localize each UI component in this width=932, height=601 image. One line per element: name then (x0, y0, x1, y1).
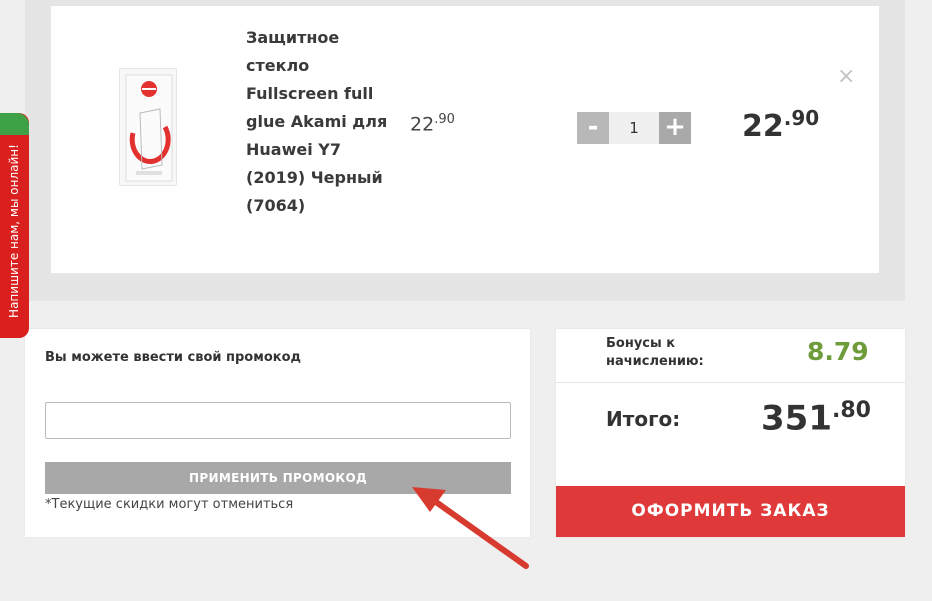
bonus-value: 8.79 (807, 337, 869, 366)
order-total-dec: .80 (831, 398, 871, 423)
product-image[interactable] (119, 68, 177, 186)
order-summary: Бонусы к начислению: 8.79 Итого: 351.80 … (556, 329, 905, 537)
order-total-int: 351 (761, 398, 832, 439)
checkout-button[interactable]: ОФОРМИТЬ ЗАКАЗ (556, 486, 905, 537)
promo-code-input[interactable] (45, 402, 511, 439)
order-total: 351.80 (761, 398, 871, 438)
chat-widget-label[interactable]: Напишите нам, мы онлайн! (7, 144, 21, 318)
qty-increase-button[interactable]: + (659, 112, 691, 144)
item-total-dec: .90 (783, 106, 820, 130)
unit-price-int: 22 (410, 113, 435, 136)
promo-card: Вы можете ввести свой промокод ПРИМЕНИТЬ… (25, 329, 530, 537)
chat-online-indicator (0, 113, 29, 135)
product-name[interactable]: Защитное стекло Fullscreen full glue Aka… (246, 24, 396, 220)
promo-title: Вы можете ввести свой промокод (45, 350, 302, 365)
summary-divider (556, 382, 905, 383)
total-label: Итого: (606, 407, 681, 431)
item-total-int: 22 (742, 109, 784, 144)
qty-value[interactable]: 1 (609, 112, 659, 144)
product-glass-icon (125, 74, 173, 182)
apply-promo-button[interactable]: ПРИМЕНИТЬ ПРОМОКОД (45, 462, 511, 494)
remove-item-close-icon[interactable]: × (837, 66, 855, 88)
unit-price: 22.90 (410, 112, 455, 135)
quantity-stepper: - 1 + (577, 112, 691, 144)
item-total: 22.90 (742, 106, 819, 144)
qty-decrease-button[interactable]: - (577, 112, 609, 144)
unit-price-dec: .90 (434, 112, 455, 127)
promo-note: *Текущие скидки могут отмениться (45, 497, 294, 512)
bonus-label: Бонусы к начислению: (606, 336, 704, 369)
cart-item: Защитное стекло Fullscreen full glue Aka… (51, 6, 879, 273)
